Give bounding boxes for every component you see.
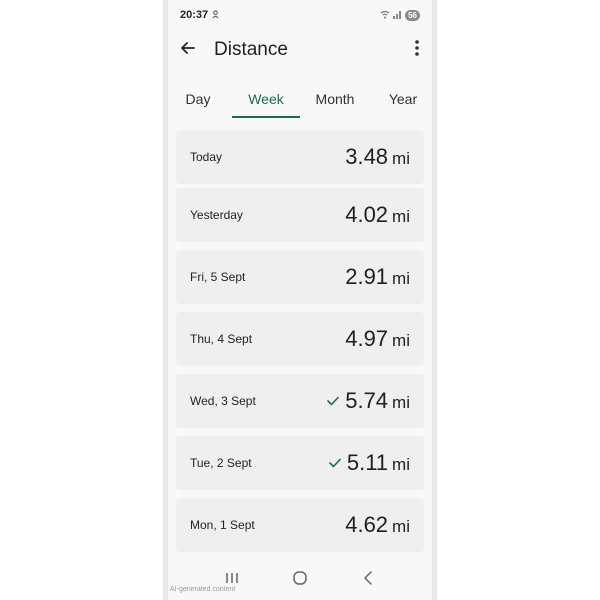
tab-year[interactable]: Year (374, 80, 432, 118)
distance-value: 5.74 (345, 388, 389, 413)
row-date-label: Today (190, 150, 223, 164)
row-value: 4.97 mi (345, 326, 410, 352)
phone-screen: 20:37 56 Distance Day Week Month Year To… (168, 0, 432, 600)
distance-value: 4.62 (345, 512, 389, 537)
system-nav-bar (168, 560, 432, 600)
page-title: Distance (214, 39, 288, 60)
wifi-icon (380, 10, 390, 21)
row-date-label: Wed, 3 Sept (190, 394, 256, 408)
tab-day[interactable]: Day (168, 80, 228, 118)
row-date-label: Mon, 1 Sept (190, 518, 255, 532)
distance-value: 4.97 (345, 326, 389, 351)
distance-unit: mi (392, 149, 410, 168)
list-item[interactable]: Yesterday 4.02 mi (176, 188, 424, 242)
notification-icon (211, 9, 220, 21)
check-icon (327, 393, 340, 409)
distance-unit: mi (392, 331, 410, 350)
row-value: 3.48 mi (345, 144, 410, 170)
ai-content-note: AI-generated content (170, 586, 236, 593)
distance-value: 5.11 (346, 450, 389, 475)
row-date-label: Fri, 5 Sept (190, 270, 246, 284)
status-left: 20:37 (180, 9, 220, 21)
more-vertical-icon (414, 39, 420, 62)
row-value: 4.62 mi (345, 512, 410, 538)
distance-value: 4.02 (345, 202, 389, 227)
distance-value: 3.48 (345, 144, 389, 169)
home-icon (292, 570, 308, 590)
list-item[interactable]: Wed, 3 Sept 5.74 mi (176, 374, 424, 428)
list-item[interactable]: Tue, 2 Sept 5.11 mi (176, 436, 424, 490)
tab-week[interactable]: Week (232, 80, 300, 118)
check-icon (329, 455, 341, 471)
distance-unit: mi (392, 393, 410, 412)
outer-frame-left (0, 0, 168, 600)
active-tab-indicator (232, 116, 300, 118)
distance-value: 2.91 (345, 264, 389, 289)
row-date-label: Yesterday (190, 208, 243, 222)
app-bar: Distance (168, 30, 432, 70)
arrow-left-icon (179, 39, 197, 62)
list-item[interactable]: Today 3.48 mi (176, 130, 424, 184)
distance-unit: mi (392, 517, 410, 536)
row-value: 5.74 mi (327, 388, 410, 414)
row-value: 5.11 mi (329, 450, 410, 476)
phone-bezel-right (432, 0, 437, 600)
distance-unit: mi (392, 207, 410, 226)
row-date-label: Tue, 2 Sept (190, 456, 252, 470)
row-value: 2.91 mi (345, 264, 410, 290)
nav-back-button[interactable] (348, 565, 388, 595)
home-button[interactable] (280, 565, 320, 595)
back-button[interactable] (170, 30, 206, 70)
signal-icon (393, 10, 402, 21)
distance-unit: mi (392, 455, 410, 474)
battery-badge: 56 (405, 9, 420, 21)
tab-month[interactable]: Month (302, 80, 368, 118)
distance-unit: mi (392, 269, 410, 288)
period-tabs: Day Week Month Year (168, 80, 432, 120)
outer-frame-right (432, 0, 600, 600)
status-right: 56 (380, 9, 420, 21)
status-bar: 20:37 56 (168, 0, 432, 30)
nav-back-icon (363, 570, 373, 590)
more-options-button[interactable] (402, 30, 432, 70)
list-item[interactable]: Fri, 5 Sept 2.91 mi (176, 250, 424, 304)
row-date-label: Thu, 4 Sept (190, 332, 253, 346)
row-value: 4.02 mi (345, 202, 410, 228)
list-item[interactable]: Mon, 1 Sept 4.62 mi (176, 498, 424, 552)
list-item[interactable]: Thu, 4 Sept 4.97 mi (176, 312, 424, 366)
status-time: 20:37 (180, 9, 209, 21)
